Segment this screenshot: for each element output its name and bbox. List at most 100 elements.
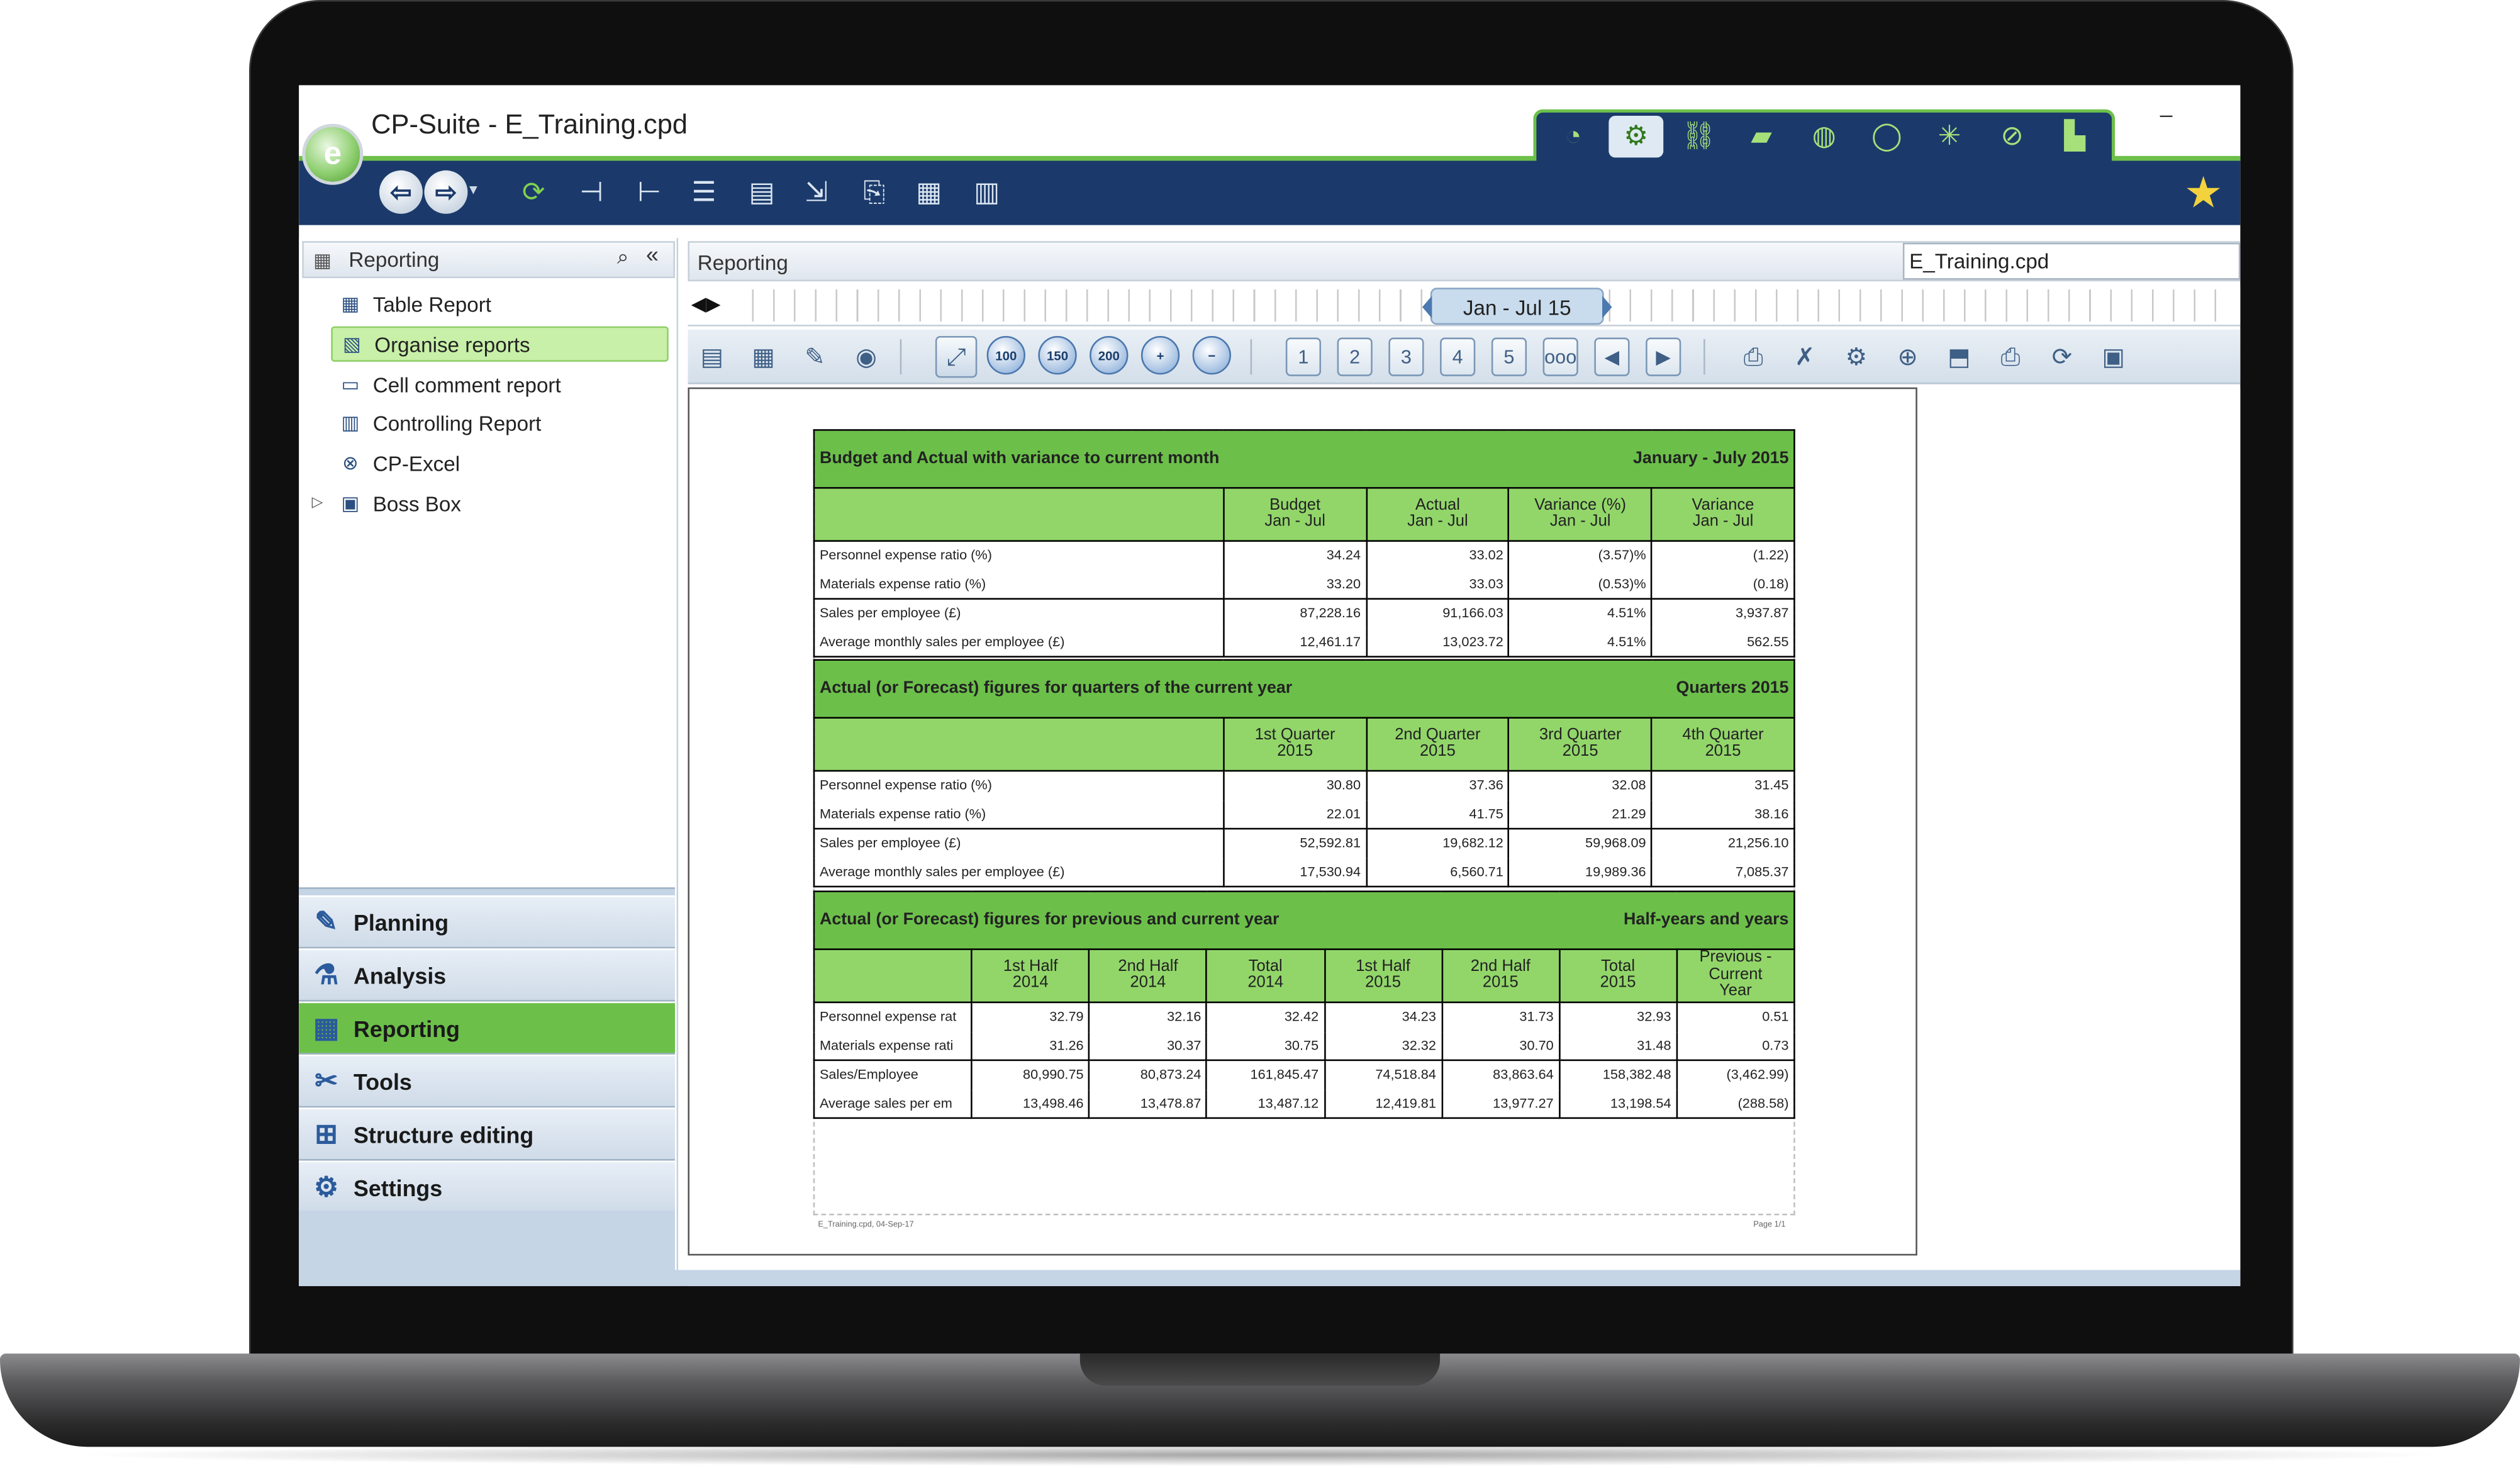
column-header-line2: 2014 — [1130, 974, 1166, 992]
delete-page-icon[interactable]: ✗ — [1784, 336, 1826, 378]
app-logo[interactable]: e — [302, 123, 364, 185]
row-label: Personnel expense rat — [813, 1001, 973, 1031]
column-header-line2: Jan - Jul — [1692, 512, 1754, 531]
toolbar-separator — [1703, 339, 1705, 375]
save-icon[interactable]: ▣ — [2092, 336, 2134, 378]
previous-page-icon[interactable]: ◀ — [1594, 337, 1630, 376]
pdf-export-icon[interactable]: ⬒ — [1938, 336, 1980, 378]
table-cell: 13,498.46 — [971, 1089, 1090, 1119]
page-1-button[interactable]: 1 — [1285, 337, 1322, 376]
tree-item-cell-comment-report[interactable]: ▭ Cell comment report — [331, 366, 669, 401]
nav-section-reporting[interactable]: ▦ Reporting — [299, 1001, 676, 1055]
tree-item-cp-excel[interactable]: ⊗ CP-Excel — [331, 445, 669, 481]
tree-structure-icon[interactable]: ☰ — [684, 174, 723, 212]
ring-icon[interactable]: ◯ — [1859, 116, 1914, 157]
row-label: Personnel expense ratio (%) — [813, 770, 1225, 800]
forward-button[interactable]: ⇨ — [424, 170, 468, 214]
page-4-button[interactable]: 4 — [1440, 337, 1476, 376]
page-settings-icon[interactable]: ⚙ — [1836, 336, 1877, 378]
section-title: Actual (or Forecast) figures for quarter… — [819, 678, 1293, 698]
zoom-150-icon[interactable]: 150 — [1038, 335, 1077, 375]
nav-section-analysis[interactable]: ⚗ Analysis — [299, 948, 676, 1002]
period-selector[interactable]: Jan - Jul 15 — [1422, 288, 1612, 325]
nav-section-tools[interactable]: ✂ Tools — [299, 1054, 676, 1108]
table-row: Personnel expense ratio (%) 34.24 33.02 (3.… — [813, 540, 1795, 570]
planning-icon: ✎ — [315, 905, 338, 937]
clock-icon[interactable]: ◔ — [1546, 116, 1601, 157]
preview-eye-icon[interactable]: ◉ — [845, 336, 887, 378]
print-icon[interactable]: ⎙ — [1990, 336, 2031, 378]
tree-item-boss-box[interactable]: ▣ Boss Box — [331, 486, 669, 521]
nav-section-planning[interactable]: ✎ Planning — [299, 895, 676, 949]
table-edit-icon[interactable]: ▦ — [910, 174, 948, 212]
pencil-edit-icon[interactable]: ✎ — [794, 336, 835, 378]
zoom-out-icon[interactable]: − — [1192, 335, 1231, 375]
table-cell: 13,487.12 — [1206, 1089, 1325, 1119]
column-header: Previous - Current Year — [1676, 948, 1795, 1004]
grid-view-icon[interactable]: ▦ — [742, 336, 784, 378]
column-header: Total 2014 — [1206, 948, 1325, 1004]
tree-item-table-report[interactable]: ▦ Table Report — [331, 286, 669, 322]
page-5-button[interactable]: 5 — [1491, 337, 1527, 376]
file-selector[interactable]: E_Training.cpd — [1902, 242, 2241, 280]
nav-section-settings[interactable]: ⚙ Settings — [299, 1160, 676, 1214]
period-timeline[interactable]: ◀▶ Jan - Jul 15 — [688, 286, 2241, 327]
table-cell: 32.08 — [1508, 770, 1653, 800]
export-icon[interactable]: ⎘ — [855, 174, 893, 212]
money-icon[interactable]: ▰ — [1734, 116, 1789, 157]
gears-icon[interactable]: ⚙ — [1608, 115, 1664, 158]
fit-page-icon[interactable]: ⤢ — [935, 335, 978, 378]
network-icon[interactable]: ✳ — [1922, 116, 1977, 157]
search-icon[interactable]: ⌕ — [617, 244, 629, 270]
column-header-line2: 2014 — [1012, 974, 1049, 992]
table-cell: 30.75 — [1206, 1031, 1325, 1062]
column-header-line1: Previous - Current — [1699, 948, 1772, 983]
toolbar-separator — [900, 339, 902, 375]
zoom-in-icon[interactable]: + — [1140, 335, 1180, 375]
refresh-icon[interactable]: ⟳ — [515, 174, 553, 212]
tree-remove-icon[interactable]: ⊢ — [630, 174, 668, 212]
tree-item-controlling-report[interactable]: ▥ Controlling Report — [331, 405, 669, 440]
expand-arrow-icon[interactable]: ▷ — [312, 493, 323, 511]
tree-add-icon[interactable]: ⊣ — [572, 174, 611, 212]
column-header: 2nd Quarter 2015 — [1365, 717, 1510, 772]
table-cell: 12,419.81 — [1323, 1089, 1443, 1119]
table-cell: 13,977.27 — [1441, 1089, 1560, 1119]
collapse-panel-icon[interactable]: « — [646, 241, 659, 267]
back-button[interactable]: ⇦ — [379, 170, 423, 214]
tree-item-organise-reports[interactable]: ▧ Organise reports — [331, 326, 669, 362]
grid-icon[interactable]: ▥ — [967, 174, 1006, 212]
import-icon[interactable]: ⇲ — [797, 174, 835, 212]
page-more-button[interactable]: ooo — [1542, 337, 1578, 376]
compass-icon[interactable]: ⊘ — [1985, 116, 2039, 157]
favorites-star-icon[interactable]: ★ — [2179, 168, 2227, 217]
status-bar — [299, 1270, 2241, 1286]
nav-section-structure-editing[interactable]: ⊞ Structure editing — [299, 1107, 676, 1161]
timeline-arrows-icon[interactable]: ◀▶ — [691, 293, 721, 315]
table-cell: 4.51% — [1508, 598, 1653, 628]
panel-splitter[interactable] — [299, 887, 676, 896]
globe-icon[interactable]: ◍ — [1797, 116, 1851, 157]
column-header-line1: 1st Half — [1003, 957, 1058, 975]
history-dropdown-icon[interactable]: ▾ — [469, 182, 477, 199]
table-cell: 80,990.75 — [971, 1059, 1090, 1089]
zoom-200-icon[interactable]: 200 — [1090, 335, 1129, 375]
chart-users-icon[interactable]: ▙ — [2048, 116, 2102, 157]
minimize-button[interactable]: – — [2160, 101, 2173, 127]
page-setup-icon[interactable]: ⎙ — [1732, 336, 1774, 378]
table-icon[interactable]: ▤ — [742, 174, 781, 212]
column-header-row: 1st Half 2014 2nd Half 2014 Total 2014 1st Hal… — [813, 948, 1795, 1004]
reload-icon[interactable]: ⟳ — [2041, 336, 2083, 378]
table-cell: 31.26 — [971, 1031, 1090, 1062]
next-page-icon[interactable]: ▶ — [1646, 337, 1681, 376]
page-3-button[interactable]: 3 — [1388, 337, 1424, 376]
report-layout-icon[interactable]: ▤ — [691, 336, 733, 378]
column-header-line2: Year — [1719, 982, 1752, 1000]
table-row: Materials expense ratio (%) 22.01 41.75 21.… — [813, 800, 1795, 830]
column-header: 1st Half 2015 — [1323, 948, 1443, 1004]
page-2-button[interactable]: 2 — [1337, 337, 1373, 376]
link-icon[interactable]: ⛓ — [1671, 116, 1726, 157]
add-comment-icon[interactable]: ⊕ — [1887, 336, 1928, 378]
zoom-100-icon[interactable]: 100 — [986, 335, 1025, 375]
column-header-line2: Jan - Jul — [1549, 512, 1611, 531]
